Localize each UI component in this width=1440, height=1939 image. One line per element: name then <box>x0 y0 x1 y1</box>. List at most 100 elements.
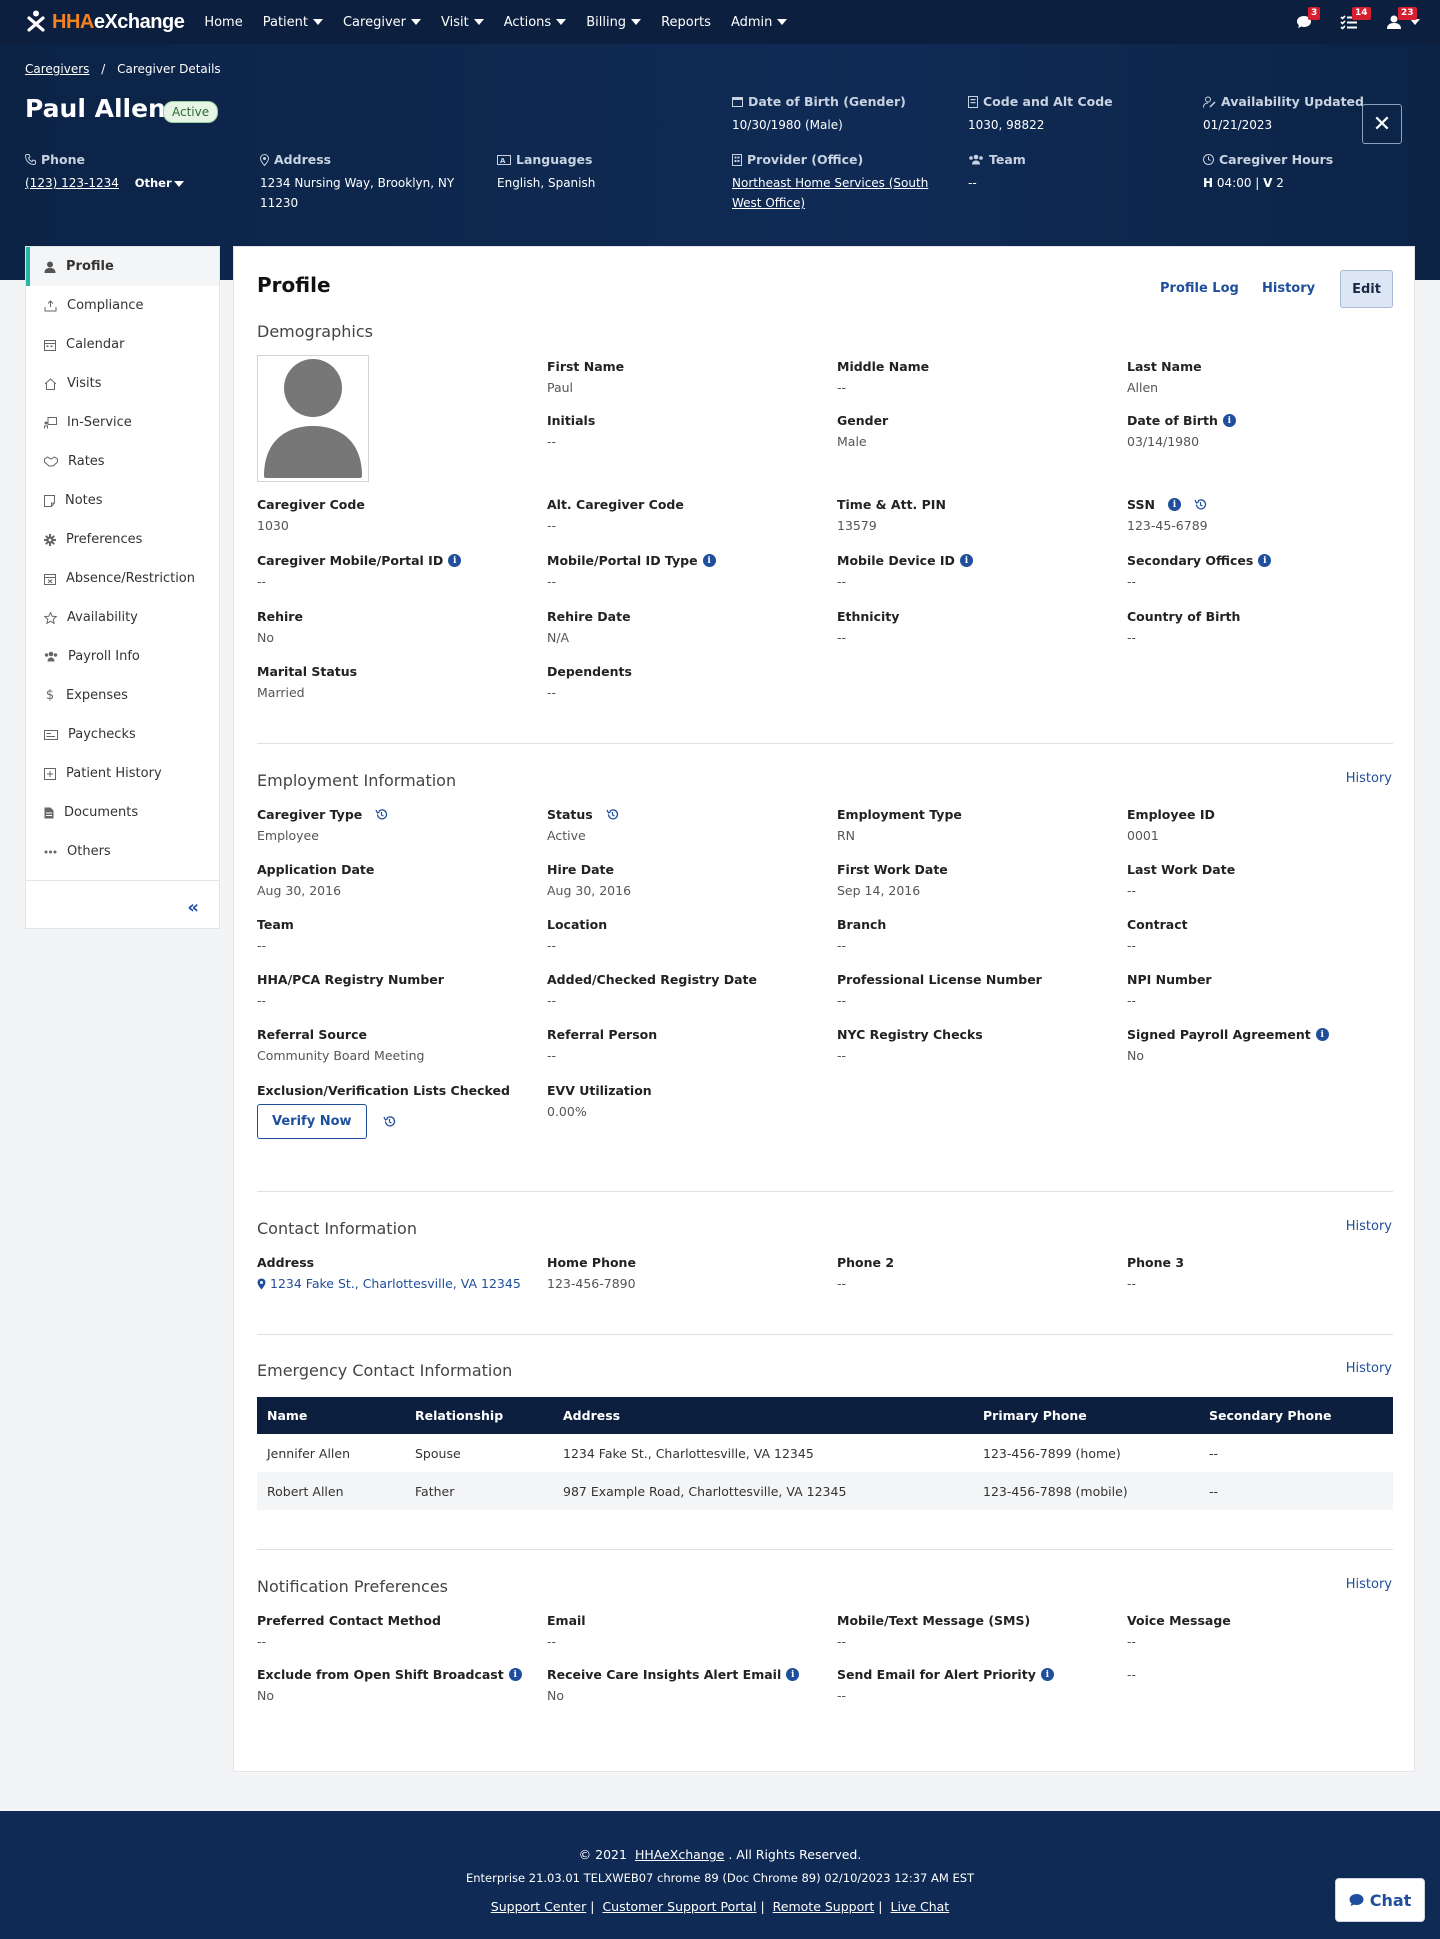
phone-type-dropdown[interactable]: Other <box>135 176 184 190</box>
sidebar-item-profile[interactable]: Profile <box>26 247 219 286</box>
sidebar-item-patient-history[interactable]: Patient History <box>26 754 219 793</box>
caregiver-header: Caregivers / Caregiver Details Paul Alle… <box>0 44 1440 280</box>
sidebar-item-absence-restriction[interactable]: Absence/Restriction <box>26 559 219 598</box>
info-icon[interactable]: i <box>959 554 973 567</box>
provider-link[interactable]: Northeast Home Services (South West Offic… <box>732 173 928 213</box>
table-cell: Robert Allen <box>257 1472 405 1510</box>
live-chat-link[interactable]: Live Chat <box>890 1899 949 1914</box>
info-icon[interactable]: i <box>1167 498 1181 511</box>
hhaexchange-logo[interactable]: HHAeXchange <box>26 10 185 34</box>
language-icon: A <box>497 154 511 165</box>
sidebar-item-others[interactable]: Others <box>26 832 219 871</box>
info-icon[interactable]: i <box>448 554 462 567</box>
table-row[interactable]: Robert Allen Father 987 Example Road, Ch… <box>257 1472 1393 1510</box>
middle-name-field: Middle Name -- <box>837 359 930 395</box>
sidebar-item-paychecks[interactable]: Paychecks <box>26 715 219 754</box>
dollar-icon: $ <box>45 688 55 703</box>
sidebar-item-in-service[interactable]: In-Service <box>26 403 219 442</box>
tasks-button[interactable]: 14 <box>1340 7 1371 30</box>
history-icon[interactable] <box>375 808 388 821</box>
sidebar-item-availability[interactable]: Availability <box>26 598 219 637</box>
emergency-history-link[interactable]: History <box>1346 1361 1392 1376</box>
sidebar-item-visits[interactable]: Visits <box>26 364 219 403</box>
customer-support-portal-link[interactable]: Customer Support Portal <box>602 1899 756 1914</box>
copyright: © 2021 HHAeXchange. All Rights Reserved. <box>578 1847 862 1862</box>
nav-patient[interactable]: Patient <box>263 15 323 30</box>
history-icon[interactable] <box>382 1115 396 1128</box>
caregiver-code-field: Caregiver Code 1030 <box>257 497 365 533</box>
hhaexchange-footer-link[interactable]: HHAeXchange <box>635 1847 724 1862</box>
notification-history-link[interactable]: History <box>1346 1577 1392 1592</box>
nav-caregiver[interactable]: Caregiver <box>343 15 421 30</box>
column-header[interactable]: Relationship <box>405 1397 553 1434</box>
column-header[interactable]: Secondary Phone <box>1199 1397 1393 1434</box>
collapse-sidebar-button[interactable]: « <box>26 881 219 933</box>
alert-priority-field: Send Email for Alert Priority i -- <box>837 1667 1054 1703</box>
breadcrumb-caregivers-link[interactable]: Caregivers <box>25 62 89 76</box>
nav-reports[interactable]: Reports <box>661 15 711 30</box>
mobile-portal-id-type-field: Mobile/Portal ID Type i -- <box>547 553 716 589</box>
info-icon[interactable]: i <box>508 1668 522 1681</box>
rehire-field: Rehire No <box>257 609 303 645</box>
chevron-down-icon <box>473 19 484 25</box>
verify-now-button[interactable]: Verify Now <box>257 1104 367 1139</box>
rehire-date-field: Rehire Date N/A <box>547 609 631 645</box>
availability-updated-field: Availability Updated 01/21/2023 <box>1203 94 1364 132</box>
support-center-link[interactable]: Support Center <box>491 1899 586 1914</box>
profile-log-button[interactable]: Profile Log <box>1160 281 1239 296</box>
table-row[interactable]: Jennifer Allen Spouse 1234 Fake St., Cha… <box>257 1434 1393 1472</box>
avatar-placeholder-icon <box>264 359 362 478</box>
nav-home[interactable]: Home <box>204 15 242 30</box>
chat-button[interactable]: Chat <box>1335 1878 1425 1922</box>
contact-history-link[interactable]: History <box>1346 1219 1392 1234</box>
column-header[interactable]: Address <box>553 1397 973 1434</box>
info-icon[interactable]: i <box>702 554 716 567</box>
contact-address-link[interactable]: 1234 Fake St., Charlottesville, VA 12345 <box>257 1276 521 1291</box>
user-edit-icon <box>1203 96 1216 108</box>
nav-actions[interactable]: Actions <box>504 15 567 30</box>
nav-admin[interactable]: Admin <box>731 15 788 30</box>
info-icon[interactable]: i <box>1222 414 1236 427</box>
registry-number-field: HHA/PCA Registry Number -- <box>257 972 444 1008</box>
caregiver-mobile-portal-id-field: Caregiver Mobile/Portal ID i -- <box>257 553 462 589</box>
history-icon[interactable] <box>1194 498 1207 511</box>
calendar-icon <box>732 97 743 107</box>
footer: © 2021 HHAeXchange. All Rights Reserved.… <box>0 1811 1440 1939</box>
first-work-date-field: First Work Date Sep 14, 2016 <box>837 862 948 898</box>
info-icon[interactable]: i <box>786 1668 800 1681</box>
close-button[interactable]: ✕ <box>1362 104 1402 144</box>
sidebar-item-calendar[interactable]: Calendar <box>26 325 219 364</box>
phone-link[interactable]: (123) 123-1234 <box>25 176 119 190</box>
edit-button[interactable]: Edit <box>1340 270 1393 308</box>
phone-field: Phone (123) 123-1234 Other <box>25 152 184 193</box>
marital-status-field: Marital Status Married <box>257 664 358 700</box>
column-header[interactable]: Primary Phone <box>973 1397 1199 1434</box>
sidebar-item-preferences[interactable]: Preferences <box>26 520 219 559</box>
nav-visit[interactable]: Visit <box>441 15 484 30</box>
messages-button[interactable]: 3 <box>1296 7 1321 30</box>
sidebar-item-notes[interactable]: Notes <box>26 481 219 520</box>
phone-3-field: Phone 3 -- <box>1127 1255 1185 1291</box>
column-header[interactable]: Name <box>257 1397 405 1434</box>
profile-history-button[interactable]: History <box>1262 281 1315 296</box>
sidebar-item-compliance[interactable]: Compliance <box>26 286 219 325</box>
avatar[interactable] <box>257 355 369 482</box>
info-icon[interactable]: i <box>1040 1668 1054 1681</box>
info-icon[interactable]: i <box>1258 554 1272 567</box>
calendar-icon <box>44 339 56 351</box>
table-cell: -- <box>1199 1472 1393 1510</box>
employment-history-link[interactable]: History <box>1346 771 1392 786</box>
exclusion-lists-field: Exclusion/Verification Lists Checked Ver… <box>257 1083 510 1139</box>
nav-billing[interactable]: Billing <box>586 15 642 30</box>
home-phone-field: Home Phone 123-456-7890 <box>547 1255 636 1291</box>
history-icon[interactable] <box>606 808 619 821</box>
sidebar-item-payroll-info[interactable]: Payroll Info <box>26 637 219 676</box>
info-icon[interactable]: i <box>1315 1028 1329 1041</box>
sidebar-item-expenses[interactable]: $ Expenses <box>26 676 219 715</box>
sidebar-item-documents[interactable]: Documents <box>26 793 219 832</box>
hire-date-field: Hire Date Aug 30, 2016 <box>547 862 632 898</box>
sidebar-item-rates[interactable]: Rates <box>26 442 219 481</box>
table-header-row: Name Relationship Address Primary Phone … <box>257 1397 1393 1434</box>
remote-support-link[interactable]: Remote Support <box>773 1899 875 1914</box>
user-menu-button[interactable]: 23 <box>1386 7 1420 30</box>
